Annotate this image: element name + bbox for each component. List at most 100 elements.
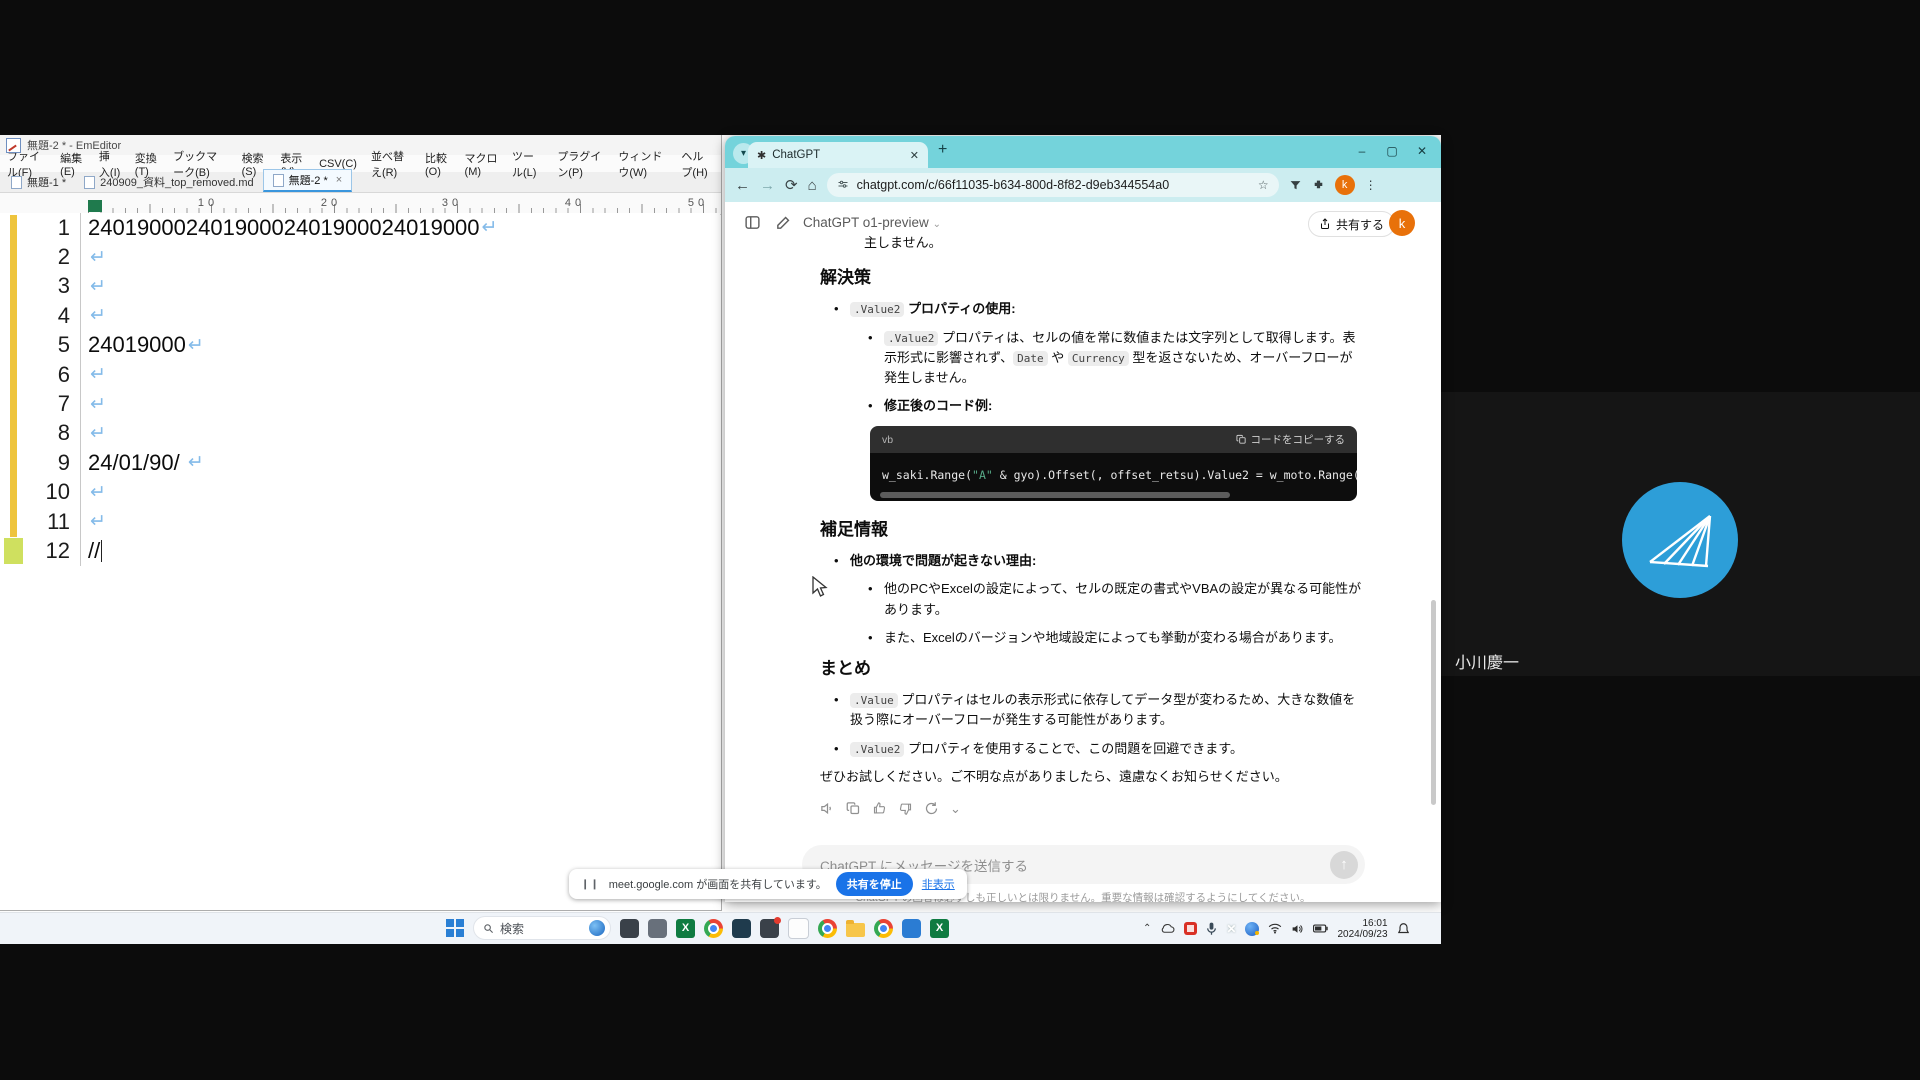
line-text[interactable]: 24/01/90/ ↵ — [80, 448, 720, 477]
editor-line[interactable]: 2↵ — [0, 242, 720, 271]
tray-expand-icon[interactable]: ⌃ — [1143, 923, 1151, 934]
copy-code-button[interactable]: コードをコピーする — [1236, 432, 1346, 448]
wifi-icon[interactable] — [1268, 923, 1282, 934]
taskbar-app-icon[interactable] — [648, 919, 667, 938]
code-scrollbar-thumb[interactable] — [880, 492, 1230, 498]
new-tab-button[interactable]: + — [938, 141, 947, 159]
copy-icon[interactable] — [846, 801, 861, 816]
back-button[interactable]: ← — [735, 177, 750, 194]
send-button[interactable]: ↑ — [1330, 851, 1358, 879]
filter-extension-icon[interactable] — [1289, 179, 1302, 192]
url-text[interactable]: chatgpt.com/c/66f11035-b634-800d-8f82-d9… — [857, 178, 1170, 192]
tab-close-icon[interactable]: ✕ — [910, 149, 919, 162]
chevron-down-icon[interactable]: ⌄ — [950, 799, 961, 819]
emeditor-text-area[interactable]: 124019000240190002401900024019000↵2↵3↵4↵… — [0, 213, 720, 909]
tab-close-icon[interactable]: × — [336, 174, 342, 186]
taskbar-excel-icon[interactable]: X — [930, 919, 949, 938]
emeditor-menu-item[interactable]: ツール(L) — [505, 148, 550, 180]
taskbar-search[interactable]: 検索 — [473, 916, 611, 940]
copilot-icon[interactable] — [589, 920, 605, 936]
taskbar-app-icon[interactable] — [732, 919, 751, 938]
emeditor-tab[interactable]: 無題-2 *× — [263, 169, 353, 192]
taskbar-excel-icon[interactable]: X — [676, 919, 695, 938]
thumbs-up-icon[interactable] — [872, 801, 887, 816]
taskbar-app-icon[interactable] — [620, 919, 639, 938]
code-text[interactable]: w_saki.Range("A" & gyo).Offset(, offset_… — [870, 453, 1357, 489]
emeditor-menu-item[interactable]: 比較(O) — [418, 150, 458, 178]
new-chat-icon[interactable] — [775, 214, 792, 231]
taskbar-app-icon-badge[interactable] — [760, 919, 779, 938]
account-avatar[interactable]: k — [1389, 210, 1415, 236]
emeditor-menu-item[interactable]: マクロ(M) — [458, 150, 505, 178]
bookmark-star-icon[interactable]: ☆ — [1258, 178, 1269, 192]
taskbar-app-icon[interactable] — [902, 919, 921, 938]
editor-line[interactable]: 8↵ — [0, 419, 720, 448]
emeditor-tab[interactable]: 240909_資料_top_removed.md — [75, 172, 262, 192]
emeditor-tab[interactable]: 無題-1 * — [2, 172, 75, 192]
editor-line[interactable]: 7↵ — [0, 389, 720, 418]
taskbar-chrome-icon[interactable] — [874, 919, 893, 938]
stop-sharing-button[interactable]: 共有を停止 — [836, 872, 913, 896]
line-text[interactable]: ↵ — [80, 360, 720, 389]
tray-x-icon[interactable]: ✕ — [1226, 922, 1236, 936]
editor-line[interactable]: 124019000240190002401900024019000↵ — [0, 213, 720, 242]
emeditor-menu-item[interactable]: ヘルプ(H) — [674, 148, 721, 180]
line-text[interactable]: ↵ — [80, 242, 720, 271]
hide-link[interactable]: 非表示 — [922, 876, 955, 892]
start-button[interactable] — [446, 919, 464, 937]
taskbar-chrome-icon[interactable] — [818, 919, 837, 938]
line-text[interactable]: ↵ — [80, 419, 720, 448]
model-selector[interactable]: ChatGPT o1-preview ⌄ — [803, 215, 941, 230]
tray-sphere-icon[interactable] — [1245, 922, 1259, 936]
taskbar-explorer-icon[interactable] — [846, 923, 865, 937]
taskbar-chrome-icon[interactable] — [704, 919, 723, 938]
emeditor-menu-item[interactable]: ウィンドウ(W) — [611, 148, 674, 180]
reload-button[interactable]: ⟳ — [785, 176, 798, 194]
microphone-icon[interactable] — [1206, 922, 1217, 936]
extension-icon[interactable] — [1312, 179, 1325, 192]
onedrive-cloud-icon[interactable] — [1160, 923, 1175, 934]
site-settings-icon[interactable] — [837, 179, 849, 191]
taskbar-clock[interactable]: 16:01 2024/09/23 — [1337, 918, 1387, 940]
emeditor-menu-item[interactable]: CSV(C) — [312, 158, 364, 170]
line-text[interactable]: ↵ — [80, 507, 720, 536]
speaker-icon[interactable] — [1291, 923, 1304, 935]
read-aloud-icon[interactable] — [820, 801, 835, 816]
editor-line[interactable]: 10↵ — [0, 478, 720, 507]
editor-line[interactable]: 524019000↵ — [0, 331, 720, 360]
line-text[interactable]: ↵ — [80, 301, 720, 330]
code-scrollbar[interactable] — [870, 489, 1357, 501]
line-text[interactable]: // — [80, 536, 720, 565]
address-bar[interactable]: chatgpt.com/c/66f11035-b634-800d-8f82-d9… — [827, 173, 1279, 197]
editor-line[interactable]: 6↵ — [0, 360, 720, 389]
line-text[interactable]: ↵ — [80, 272, 720, 301]
browser-profile-avatar[interactable]: k — [1335, 175, 1355, 195]
line-text[interactable]: 24019000240190002401900024019000↵ — [80, 213, 720, 242]
emeditor-menu-item[interactable]: プラグイン(P) — [550, 148, 611, 180]
sidebar-toggle-icon[interactable] — [744, 214, 761, 231]
browser-tab-chatgpt[interactable]: ✱ ChatGPT ✕ — [748, 142, 928, 168]
taskbar-notepad-icon[interactable] — [788, 918, 809, 939]
editor-line[interactable]: 3↵ — [0, 272, 720, 301]
line-text[interactable]: ↵ — [80, 478, 720, 507]
editor-line[interactable]: 924/01/90/ ↵ — [0, 448, 720, 477]
editor-line[interactable]: 12// — [0, 536, 720, 565]
minimize-button[interactable]: – — [1347, 138, 1377, 164]
line-text[interactable]: 24019000↵ — [80, 331, 720, 360]
forward-button[interactable]: → — [760, 177, 775, 194]
editor-line[interactable]: 4↵ — [0, 301, 720, 330]
thumbs-down-icon[interactable] — [898, 801, 913, 816]
maximize-button[interactable]: ▢ — [1377, 138, 1407, 164]
line-text[interactable]: ↵ — [80, 389, 720, 418]
editor-line[interactable]: 11↵ — [0, 507, 720, 536]
regenerate-icon[interactable] — [924, 801, 939, 816]
emeditor-menu-item[interactable]: 並べ替え(R) — [364, 148, 418, 180]
home-button[interactable]: ⌂ — [808, 177, 817, 194]
tray-app-icon[interactable] — [1184, 922, 1197, 935]
chrome-menu-icon[interactable]: ⋮ — [1365, 178, 1377, 192]
page-scrollbar[interactable] — [1431, 600, 1436, 805]
close-button[interactable]: ✕ — [1407, 138, 1437, 164]
notification-bell-icon[interactable] — [1397, 922, 1410, 936]
eol-mark: ↵ — [90, 422, 106, 445]
battery-icon[interactable] — [1313, 924, 1328, 933]
